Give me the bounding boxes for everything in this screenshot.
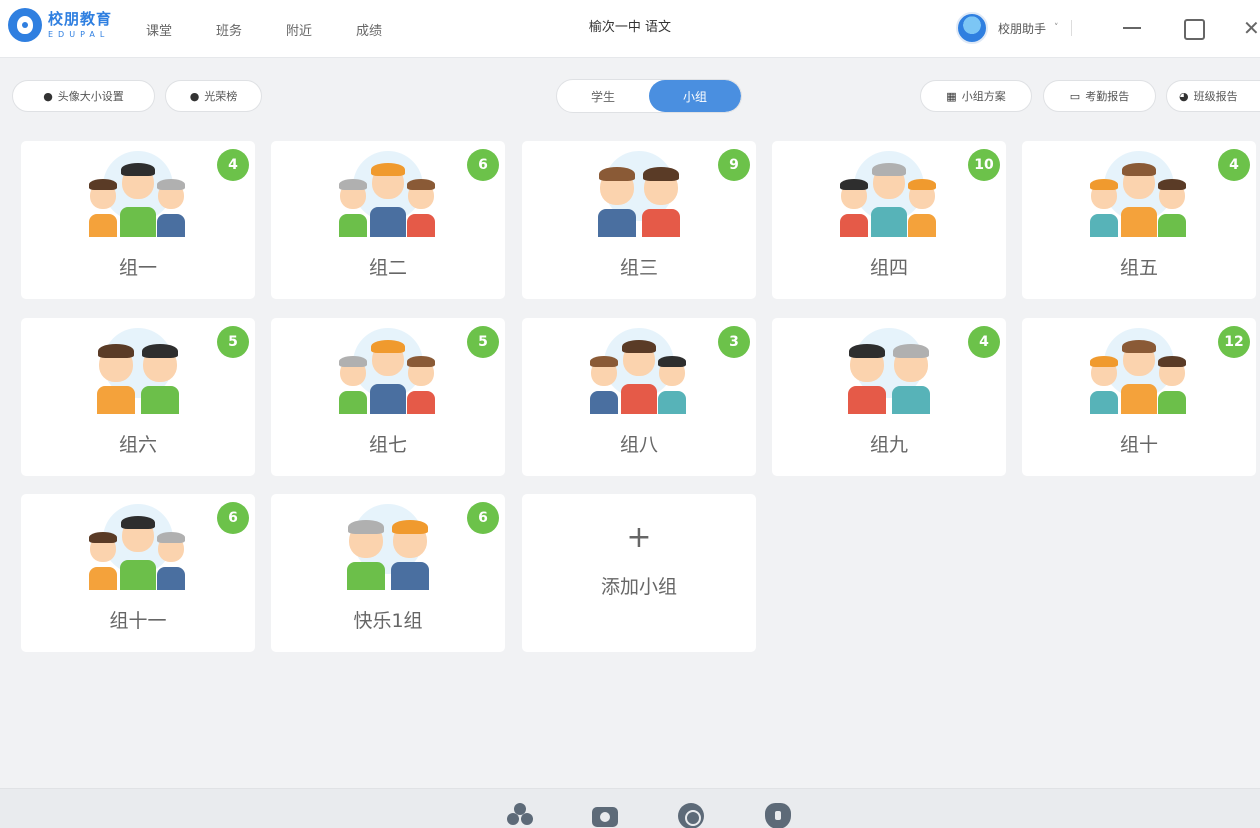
group-avatar-icon — [333, 151, 443, 237]
member-count-badge: 4 — [968, 326, 1000, 358]
tab-groups[interactable]: 小组 — [649, 80, 741, 112]
attendance-report-button[interactable]: ▭ 考勤报告 — [1043, 80, 1156, 112]
group-name: 组一 — [118, 257, 157, 279]
shield-icon[interactable] — [765, 803, 791, 828]
maximize-button[interactable] — [1181, 16, 1205, 40]
group-card[interactable]: 5 组七 — [271, 318, 505, 476]
group-avatar-icon — [584, 328, 694, 414]
group-card[interactable]: 9 组三 — [522, 141, 756, 299]
honor-roll-label: 光荣榜 — [204, 90, 238, 103]
group-card[interactable]: 12 组十 — [1022, 318, 1256, 476]
main-nav: 课堂 班务 附近 成绩 — [146, 0, 426, 58]
group-name: 组三 — [619, 257, 658, 279]
group-card[interactable]: 4 组五 — [1022, 141, 1256, 299]
user-name[interactable]: 校朋助手 — [998, 20, 1046, 37]
group-name: 组十一 — [109, 610, 167, 632]
group-avatar-icon — [834, 328, 944, 414]
divider — [1070, 20, 1072, 36]
member-count-badge: 5 — [467, 326, 499, 358]
group-card[interactable]: 6 组二 — [271, 141, 505, 299]
member-count-badge: 9 — [718, 149, 750, 181]
member-count-badge: 5 — [217, 326, 249, 358]
group-avatar-icon — [83, 151, 193, 237]
camera-icon[interactable] — [592, 807, 618, 827]
group-name: 组六 — [118, 434, 157, 456]
member-count-badge: 6 — [217, 502, 249, 534]
group-icon[interactable] — [507, 803, 533, 828]
logo: 校朋教育 EDUPAL — [8, 8, 112, 42]
group-name: 组七 — [368, 434, 407, 456]
honor-roll-button[interactable]: ● 光荣榜 — [165, 80, 262, 112]
calendar-icon: ▭ — [1069, 89, 1081, 103]
group-card[interactable]: 10 组四 — [772, 141, 1006, 299]
group-card[interactable]: 5 组六 — [21, 318, 255, 476]
group-card[interactable]: 4 组一 — [21, 141, 255, 299]
nav-nearby[interactable]: 附近 — [286, 20, 312, 39]
group-avatar-icon — [1084, 151, 1194, 237]
group-avatar-icon — [584, 151, 694, 237]
member-count-badge: 6 — [467, 149, 499, 181]
close-button[interactable]: ✕ — [1243, 16, 1260, 40]
person-icon: ● — [189, 89, 200, 103]
logo-cn: 校朋教育 — [48, 9, 113, 28]
attendance-label: 考勤报告 — [1085, 90, 1130, 103]
class-report-label: 班级报告 — [1193, 90, 1238, 103]
class-report-button[interactable]: ◕ 班级报告 — [1166, 80, 1260, 112]
add-group-card[interactable]: + 添加小组 — [522, 494, 756, 652]
avatar-size-label: 头像大小设置 — [57, 90, 124, 103]
nav-class-affairs[interactable]: 班务 — [216, 20, 242, 39]
group-plan-button[interactable]: ▦ 小组方案 — [920, 80, 1032, 112]
group-name: 组二 — [368, 257, 407, 279]
member-count-badge: 4 — [1218, 149, 1250, 181]
group-avatar-icon — [1084, 328, 1194, 414]
stats-icon[interactable] — [678, 803, 704, 828]
nav-classroom[interactable]: 课堂 — [146, 20, 172, 39]
group-name: 组五 — [1119, 257, 1158, 279]
member-count-badge: 12 — [1218, 326, 1250, 358]
group-name: 组十 — [1119, 434, 1158, 456]
chevron-down-icon[interactable]: ˅ — [1054, 23, 1059, 33]
bottom-toolbar — [0, 788, 1260, 828]
group-name: 组四 — [869, 257, 908, 279]
person-icon: ● — [43, 89, 53, 103]
avatar[interactable] — [956, 12, 988, 44]
logo-en: EDUPAL — [48, 29, 110, 39]
group-avatar-icon — [333, 504, 443, 590]
member-count-badge: 6 — [467, 502, 499, 534]
user-menu[interactable]: 校朋助手 ˅ — [956, 12, 1072, 44]
tab-students[interactable]: 学生 — [557, 80, 649, 112]
nav-grades[interactable]: 成绩 — [356, 20, 382, 39]
group-avatar-icon — [83, 504, 193, 590]
add-group-label: 添加小组 — [600, 576, 677, 598]
avatar-size-button[interactable]: ● 头像大小设置 — [12, 80, 155, 112]
top-bar: 校朋教育 EDUPAL 课堂 班务 附近 成绩 榆次一中 语文 校朋助手 ˅ ✕ — [0, 0, 1260, 58]
group-avatar-icon — [83, 328, 193, 414]
group-name: 组九 — [869, 434, 908, 456]
pie-chart-icon: ◕ — [1179, 89, 1189, 103]
group-name: 组八 — [619, 434, 658, 456]
group-avatar-icon — [333, 328, 443, 414]
logo-icon — [8, 8, 42, 42]
group-name: 快乐1组 — [353, 610, 423, 632]
member-count-badge: 10 — [968, 149, 1000, 181]
group-card[interactable]: 4 组九 — [772, 318, 1006, 476]
member-count-badge: 3 — [718, 326, 750, 358]
group-card[interactable]: 6 组十一 — [21, 494, 255, 652]
view-toggle: 学生 小组 — [556, 79, 742, 113]
plus-icon: + — [626, 520, 652, 555]
minimize-button[interactable] — [1120, 16, 1144, 40]
group-card[interactable]: 6 快乐1组 — [271, 494, 505, 652]
group-avatar-icon — [834, 151, 944, 237]
group-plan-label: 小组方案 — [961, 90, 1006, 103]
grid-icon: ▦ — [946, 89, 957, 103]
group-card[interactable]: 3 组八 — [522, 318, 756, 476]
member-count-badge: 4 — [217, 149, 249, 181]
